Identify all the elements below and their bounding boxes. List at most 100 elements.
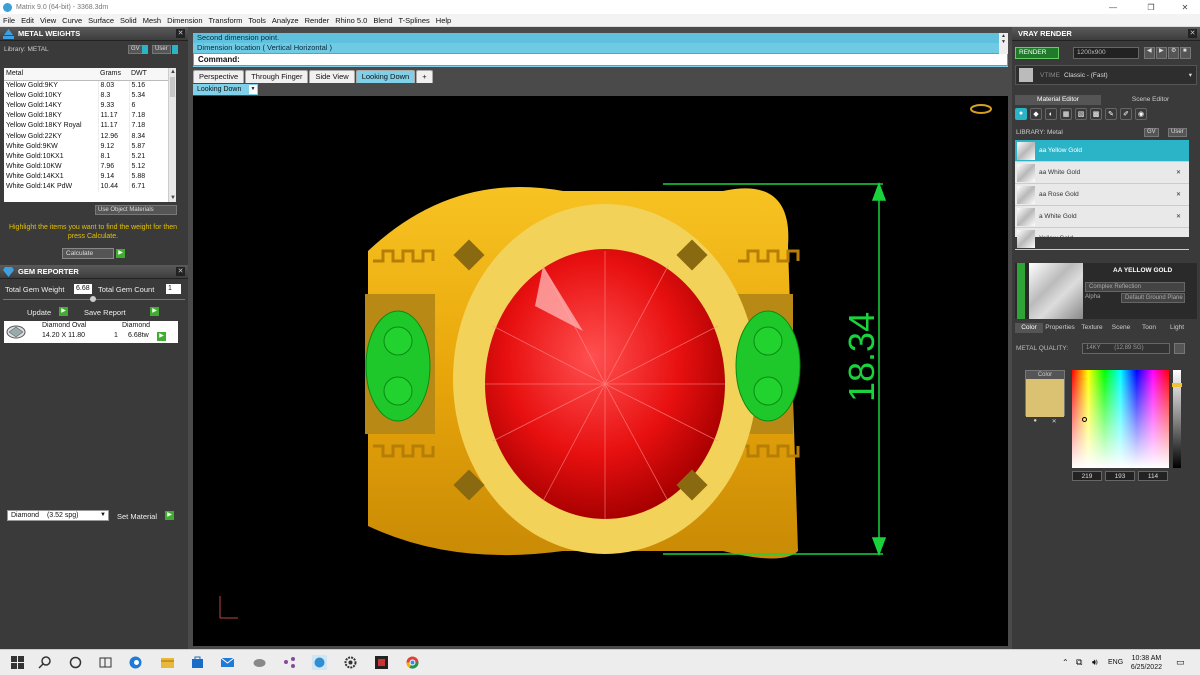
- table-row[interactable]: Yellow Gold:18KY 11.17 7.18: [4, 110, 176, 121]
- edge-icon[interactable]: [128, 655, 143, 670]
- notification-icon[interactable]: ▭: [1176, 657, 1185, 668]
- blue-value[interactable]: 114: [1138, 471, 1168, 481]
- use-object-materials-dropdown[interactable]: Use Object Materials: [95, 205, 177, 215]
- metal-weights-close-icon[interactable]: ✕: [176, 29, 185, 38]
- table-row[interactable]: White Gold:14K PdW 10.44 6.71: [4, 181, 176, 193]
- network-icon[interactable]: ⧉: [1076, 657, 1082, 668]
- gem-go-icon[interactable]: ▶: [157, 332, 166, 341]
- menu-surface[interactable]: Surface: [88, 16, 114, 25]
- material-list[interactable]: aa Yellow Gold aa White Gold ✕ aa Rose Go…: [1015, 140, 1189, 250]
- subtab-properties[interactable]: Properties: [1043, 323, 1077, 333]
- grid-icon[interactable]: ▩: [1090, 108, 1102, 120]
- menu-dimension[interactable]: Dimension: [167, 16, 202, 25]
- menu-help[interactable]: Help: [436, 16, 451, 25]
- stack-icon[interactable]: ▦: [1060, 108, 1072, 120]
- menu-rhino[interactable]: Rhino 5.0: [335, 16, 367, 25]
- menu-mesh[interactable]: Mesh: [143, 16, 161, 25]
- calculate-dropdown[interactable]: Calculate: [62, 248, 114, 259]
- tab-perspective[interactable]: Perspective: [193, 70, 245, 83]
- save-report-go-icon[interactable]: ▶: [150, 307, 159, 316]
- gem-list[interactable]: Diamond Oval 14.20 X 11.80 Diamond 1 6.6…: [4, 321, 178, 343]
- mail-icon[interactable]: [220, 655, 235, 670]
- save-report-button[interactable]: Save Report: [84, 308, 126, 317]
- brush-alt-icon[interactable]: ✐: [1120, 108, 1132, 120]
- settings-icon[interactable]: ⚙: [1168, 47, 1179, 59]
- scroll-down-icon[interactable]: ▼: [169, 194, 176, 202]
- remove-icon[interactable]: ✕: [1176, 213, 1181, 220]
- table-row[interactable]: Yellow Gold:9KY 8.03 5.16: [4, 80, 176, 91]
- user-button-right[interactable]: User: [1168, 127, 1187, 137]
- update-go-icon[interactable]: ▶: [59, 307, 68, 316]
- menu-analyze[interactable]: Analyze: [272, 16, 299, 25]
- chrome-icon[interactable]: [405, 655, 420, 670]
- collapse-handle[interactable]: [1017, 263, 1025, 319]
- material-item[interactable]: aa White Gold ✕: [1015, 162, 1189, 184]
- material-item[interactable]: aa Rose Gold ✕: [1015, 184, 1189, 206]
- menu-blend[interactable]: Blend: [373, 16, 392, 25]
- close-button[interactable]: ✕: [1170, 0, 1200, 14]
- gv-toggle[interactable]: [142, 44, 148, 54]
- language-indicator[interactable]: ENG: [1108, 659, 1123, 666]
- subtab-light[interactable]: Light: [1163, 323, 1191, 333]
- set-material-button[interactable]: Set Material: [117, 512, 157, 521]
- material-item[interactable]: Yellow Gold: [1015, 228, 1189, 250]
- resolution-select[interactable]: 1200x900: [1073, 47, 1139, 59]
- set-material-go-icon[interactable]: ▶: [165, 511, 174, 520]
- subtab-scene[interactable]: Scene: [1107, 323, 1135, 333]
- slider-handle[interactable]: [90, 296, 96, 302]
- next-icon[interactable]: ▶: [1156, 47, 1167, 59]
- gv-button-right[interactable]: GV: [1144, 127, 1159, 137]
- green-value[interactable]: 193: [1105, 471, 1135, 481]
- table-row[interactable]: Yellow Gold:14KY 9.33 6: [4, 100, 176, 111]
- menu-solid[interactable]: Solid: [120, 16, 137, 25]
- chevron-down-icon[interactable]: ▾: [1189, 71, 1192, 79]
- tab-side-view[interactable]: Side View: [309, 70, 355, 83]
- menu-render[interactable]: Render: [305, 16, 330, 25]
- save-icon[interactable]: ■: [1180, 47, 1191, 59]
- tab-material-editor[interactable]: Material Editor: [1015, 95, 1101, 105]
- subtab-color[interactable]: Color: [1015, 323, 1043, 333]
- sphere-icon[interactable]: ◐: [1045, 108, 1057, 120]
- table-row[interactable]: White Gold:10KX1 8.1 5.21: [4, 151, 176, 162]
- subtab-texture[interactable]: Texture: [1077, 323, 1107, 333]
- reflection-select[interactable]: Complex Reflection: [1085, 282, 1185, 292]
- brush-icon[interactable]: ✎: [1105, 108, 1117, 120]
- material-item[interactable]: aa Yellow Gold: [1015, 140, 1189, 162]
- network-app-icon[interactable]: [282, 655, 297, 670]
- menu-transform[interactable]: Transform: [209, 16, 243, 25]
- maximize-button[interactable]: ❐: [1136, 0, 1166, 14]
- add-tab-button[interactable]: +: [416, 70, 433, 83]
- ground-plane-select[interactable]: Default Ground Plane: [1121, 293, 1185, 303]
- pattern-icon[interactable]: ▧: [1075, 108, 1087, 120]
- table-row[interactable]: Yellow Gold:22KY 12.96 8.34: [4, 130, 176, 142]
- metal-weights-table[interactable]: Metal Grams DWT Yellow Gold:9KY 8.03 5.16 Y…: [4, 68, 176, 202]
- chevron-down-icon[interactable]: ▼: [99, 512, 107, 519]
- material-item[interactable]: a White Gold ✕: [1015, 206, 1189, 228]
- scroll-thumb[interactable]: [170, 77, 175, 97]
- tab-through-finger[interactable]: Through Finger: [245, 70, 309, 83]
- menu-tools[interactable]: Tools: [248, 16, 266, 25]
- command-scrollbar[interactable]: ▲ ▼: [999, 33, 1008, 54]
- viewport-menu-icon[interactable]: ▼: [249, 85, 257, 94]
- material-select[interactable]: Diamond (3.52 spg) ▼: [7, 510, 109, 521]
- vray-close-icon[interactable]: ✕: [1188, 29, 1197, 38]
- gv-button[interactable]: GV: [128, 44, 143, 54]
- brightness-handle[interactable]: [1172, 383, 1182, 387]
- calculate-go-button[interactable]: ▶: [116, 249, 125, 258]
- render-button[interactable]: RENDER: [1015, 47, 1059, 59]
- gem-reporter-close-icon[interactable]: ✕: [176, 267, 185, 276]
- search-icon[interactable]: [38, 655, 53, 670]
- table-row[interactable]: White Gold:10KW 7.96 5.12: [4, 161, 176, 172]
- red-value[interactable]: 219: [1072, 471, 1102, 481]
- matrix-app-icon[interactable]: [312, 655, 327, 670]
- minimize-button[interactable]: —: [1098, 0, 1128, 14]
- metal-table-scrollbar[interactable]: ▲ ▼: [168, 68, 176, 202]
- task-view-icon[interactable]: [98, 655, 113, 670]
- volume-icon[interactable]: 🔊︎: [1092, 657, 1098, 668]
- render-preset-select[interactable]: VTIME Classic - (Fast) ▾: [1015, 65, 1197, 85]
- render-app-icon[interactable]: [374, 655, 389, 670]
- ring-thumbnail-icon[interactable]: [970, 104, 992, 114]
- remove-icon[interactable]: ✕: [1176, 191, 1181, 198]
- tab-looking-down[interactable]: Looking Down: [355, 70, 416, 83]
- drop-icon[interactable]: ●: [1015, 108, 1027, 120]
